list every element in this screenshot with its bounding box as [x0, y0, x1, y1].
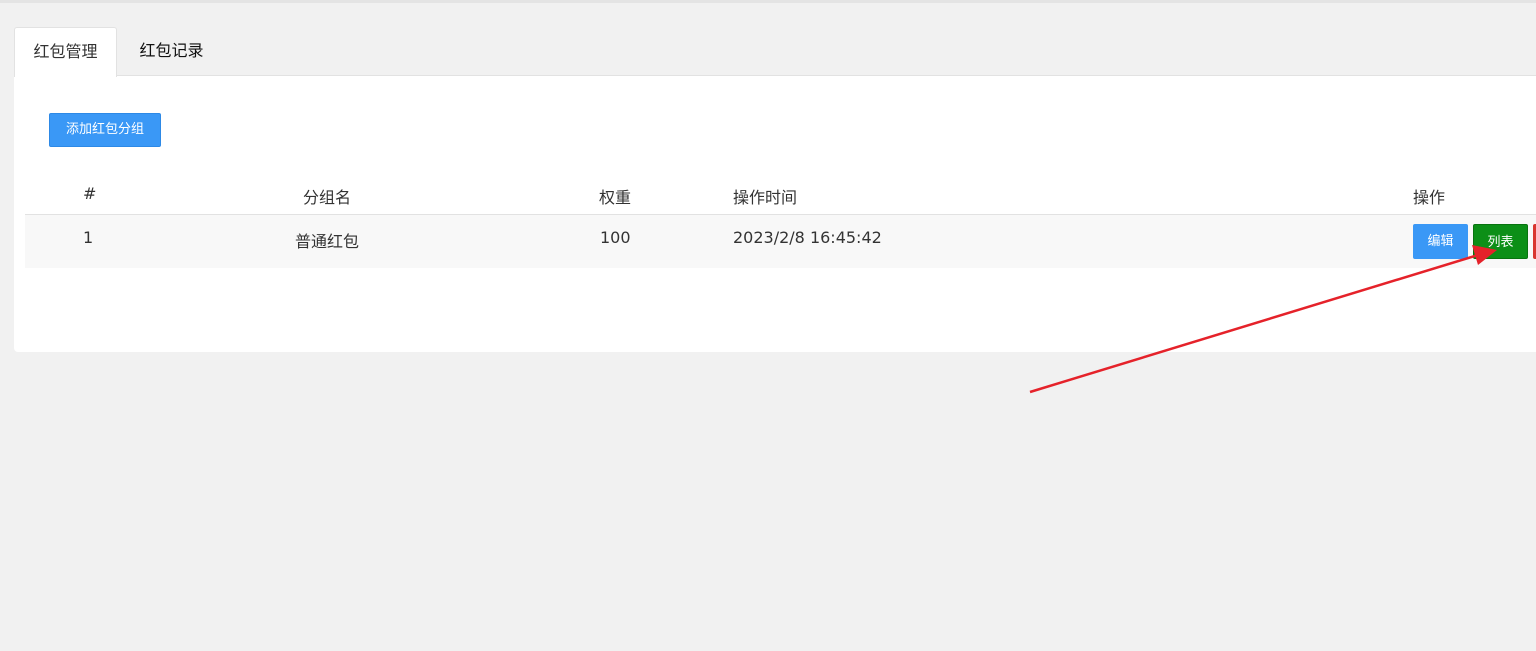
header-group-name: 分组名	[303, 188, 352, 207]
row-weight: 100	[600, 228, 631, 247]
list-button[interactable]: 列表	[1473, 224, 1528, 259]
header-operation-time: 操作时间	[733, 188, 798, 207]
header-weight: 权重	[599, 188, 632, 207]
table-header: # 分组名 权重 操作时间 操作	[25, 176, 1536, 215]
tab-redpacket-management[interactable]: 红包管理	[14, 27, 117, 77]
header-index: #	[83, 184, 97, 203]
tab-bar: 红包管理 红包记录	[14, 27, 226, 77]
edit-button[interactable]: 编辑	[1413, 224, 1468, 259]
add-group-button[interactable]: 添加红包分组	[49, 113, 161, 147]
row-operation-time: 2023/2/8 16:45:42	[733, 228, 882, 247]
top-divider	[0, 0, 1536, 3]
tab-redpacket-records[interactable]: 红包记录	[117, 27, 226, 76]
row-index: 1	[83, 228, 94, 247]
row-group-name: 普通红包	[295, 232, 360, 251]
table-row: 1 普通红包 100 2023/2/8 16:45:42 编辑 列表	[25, 215, 1536, 268]
header-operations: 操作	[1413, 188, 1446, 207]
content-panel: 添加红包分组 # 分组名 权重 操作时间 操作 1 普通红包 100 2023/…	[14, 75, 1536, 352]
